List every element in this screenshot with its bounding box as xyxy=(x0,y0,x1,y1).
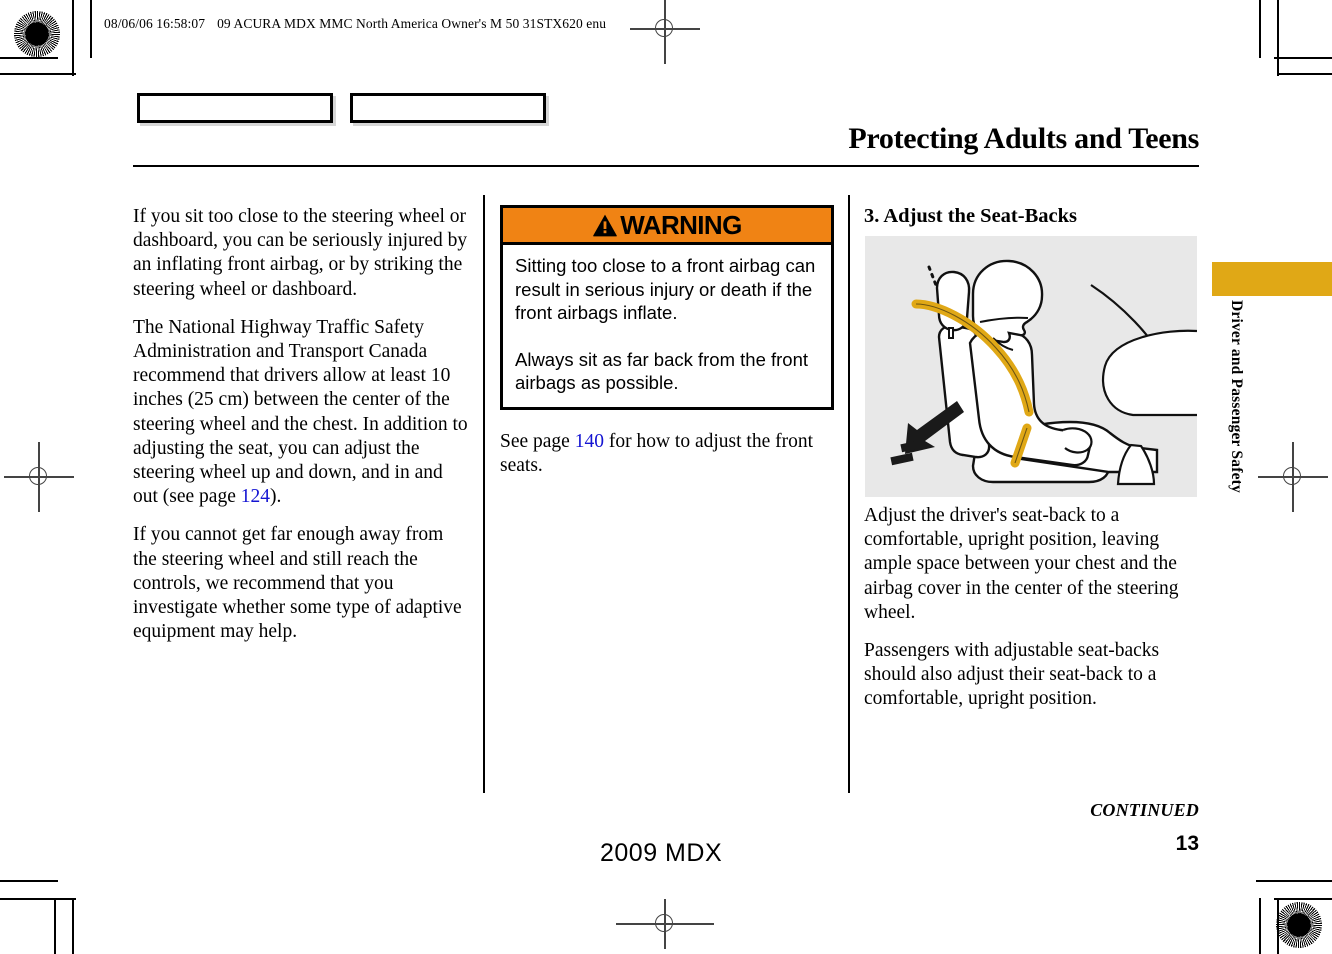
title-divider-rule xyxy=(133,165,1199,167)
page-reference-link-140[interactable]: 140 xyxy=(575,431,604,452)
model-year-label: 2009 MDX xyxy=(600,839,723,867)
warning-triangle-icon xyxy=(592,213,618,237)
page-title: Protecting Adults and Teens xyxy=(848,122,1199,155)
crop-mark-bottom-left-inner-vertical xyxy=(54,898,56,954)
crop-mark-bottom-right-horizontal xyxy=(1274,898,1332,900)
crop-mark-top-right-inner-vertical xyxy=(1259,0,1261,58)
right-column-body: Adjust the driver's seat-back to a comfo… xyxy=(864,504,1202,726)
see-page-prefix: See page xyxy=(500,431,575,452)
see-page-note: See page 140 for how to adjust the front… xyxy=(500,430,830,478)
crop-mark-bottom-left-vertical xyxy=(72,898,74,954)
warning-box: WARNING Sitting too close to a front air… xyxy=(500,205,834,410)
registration-mark-top-center xyxy=(630,0,700,64)
section-heading-adjust-seat-backs: 3. Adjust the Seat-Backs xyxy=(864,205,1077,227)
section-tab-label: Driver and Passenger Safety xyxy=(1228,300,1245,493)
left-column-body: If you sit too close to the steering whe… xyxy=(133,205,471,658)
paragraph-seating-distance: If you sit too close to the steering whe… xyxy=(133,206,468,300)
print-timestamp: 08/06/06 16:58:07 xyxy=(104,16,206,31)
page-reference-link-124[interactable]: 124 xyxy=(241,486,270,507)
registration-mark-bottom-center xyxy=(616,899,714,949)
warning-text-secondary: Always sit as far back from the front ai… xyxy=(515,348,809,394)
crop-mark-bottom-right-outer-vertical xyxy=(1277,898,1279,954)
crop-mark-bottom-left-horizontal xyxy=(0,898,76,900)
paragraph-passenger-seatback: Passengers with adjustable seat-backs sh… xyxy=(864,640,1160,710)
crop-mark-bottom-right-vertical xyxy=(1259,898,1261,954)
print-header-meta: 08/06/06 16:58:07 09 ACURA MDX MMC North … xyxy=(104,16,606,32)
registration-starburst-top-left xyxy=(14,11,60,57)
paragraph-adaptive-equipment: If you cannot get far enough away from t… xyxy=(133,524,462,643)
crop-mark-top-right-horizontal xyxy=(1277,73,1332,75)
warning-heading-label: WARNING xyxy=(620,209,742,240)
registration-mark-left-center xyxy=(4,442,74,512)
registration-mark-right-center xyxy=(1258,442,1328,512)
crop-mark-top-left-inner-vertical xyxy=(90,0,92,58)
page-reference-tail: ). xyxy=(270,486,282,508)
crop-mark-bottom-right-outer-horizontal xyxy=(1256,880,1332,882)
crop-mark-top-right-inner-horizontal xyxy=(1274,57,1332,59)
registration-starburst-bottom-right xyxy=(1276,902,1322,948)
crop-mark-top-left-inner-horizontal xyxy=(0,57,58,59)
header-box-left xyxy=(137,93,333,123)
column-divider-2 xyxy=(848,195,850,793)
continued-label: CONTINUED xyxy=(1090,800,1199,820)
header-box-right xyxy=(350,93,546,123)
page-number: 13 xyxy=(1175,832,1199,855)
seat-back-adjustment-illustration xyxy=(865,236,1197,497)
crop-mark-top-left-horizontal xyxy=(0,73,76,75)
paragraph-driver-seatback: Adjust the driver's seat-back to a comfo… xyxy=(864,505,1179,623)
warning-body: Sitting too close to a front airbag can … xyxy=(503,245,831,407)
crop-mark-top-left-vertical xyxy=(72,0,74,76)
print-job-id: 09 ACURA MDX MMC North America Owner's M… xyxy=(217,16,607,31)
crop-mark-bottom-left-inner-horizontal xyxy=(0,880,58,882)
paragraph-nhtsa-recommendation: The National Highway Traffic Safety Admi… xyxy=(133,316,471,510)
warning-header: WARNING xyxy=(503,208,831,245)
section-tab-marker xyxy=(1212,262,1332,296)
column-divider-1 xyxy=(483,195,485,793)
crop-mark-top-right-vertical xyxy=(1277,0,1279,76)
paragraph-nhtsa-text: The National Highway Traffic Safety Admi… xyxy=(133,316,468,508)
warning-text-primary: Sitting too close to a front airbag can … xyxy=(515,255,816,323)
